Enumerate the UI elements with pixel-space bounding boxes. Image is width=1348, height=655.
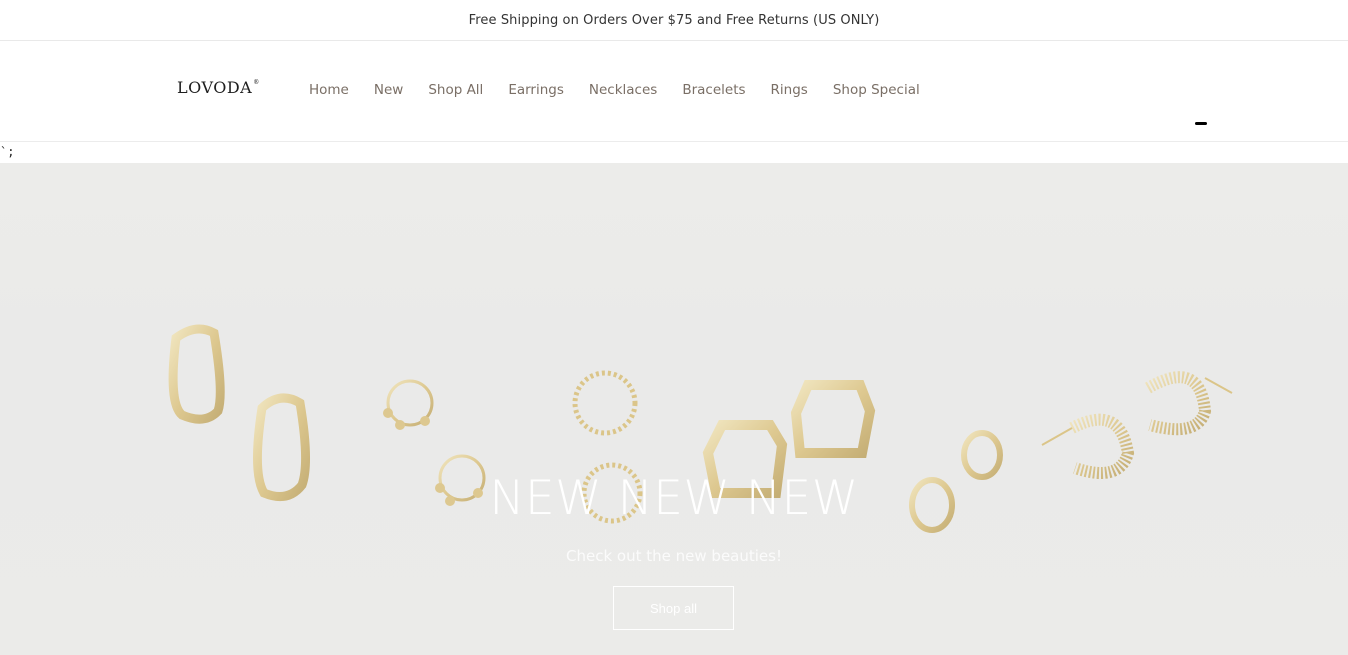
shop-all-button[interactable]: Shop all <box>613 586 734 630</box>
nav-item-necklaces[interactable]: Necklaces <box>589 82 657 98</box>
nav-item-shop-special[interactable]: Shop Special <box>833 82 920 98</box>
main-nav: Home New Shop All Earrings Necklaces Bra… <box>309 82 945 98</box>
announcement-bar: Free Shipping on Orders Over $75 and Fre… <box>0 0 1348 41</box>
stray-text: `; <box>0 145 15 159</box>
logo-mark: ® <box>253 79 260 86</box>
site-header: LOVODA ® Home New Shop All Earrings Neck… <box>0 41 1348 142</box>
nav-item-home[interactable]: Home <box>309 82 349 98</box>
hero-title: NEW NEW NEW <box>489 471 859 526</box>
earrings-image <box>0 163 1348 655</box>
nav-item-new[interactable]: New <box>374 82 403 98</box>
nav-item-rings[interactable]: Rings <box>771 82 808 98</box>
cart-icon[interactable] <box>1195 122 1207 125</box>
nav-item-shop-all[interactable]: Shop All <box>428 82 483 98</box>
nav-item-bracelets[interactable]: Bracelets <box>682 82 745 98</box>
nav-item-earrings[interactable]: Earrings <box>508 82 564 98</box>
hero-banner: NEW NEW NEW Check out the new beauties! … <box>0 163 1348 655</box>
announcement-text: Free Shipping on Orders Over $75 and Fre… <box>468 12 880 28</box>
hero-subtitle: Check out the new beauties! <box>566 547 782 565</box>
logo[interactable]: LOVODA ® <box>177 78 260 97</box>
logo-text: LOVODA <box>177 78 253 97</box>
